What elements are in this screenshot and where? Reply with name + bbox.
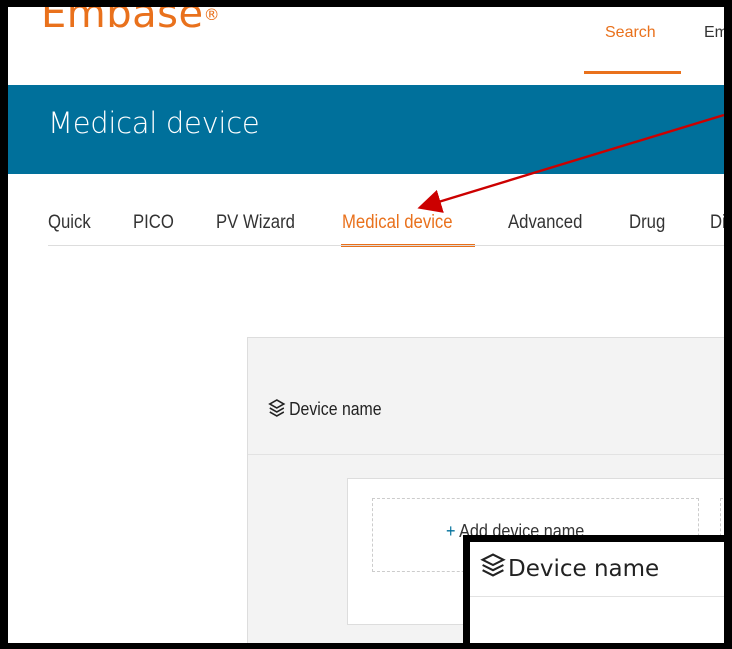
panel-heading: Device name <box>268 398 382 423</box>
panel-divider <box>248 454 724 455</box>
embase-logo[interactable]: Embase® <box>41 7 220 37</box>
plus-icon: + <box>446 521 456 541</box>
tab-pv-wizard[interactable]: PV Wizard <box>216 212 295 234</box>
tab-pico[interactable]: PICO <box>133 212 174 234</box>
tab-advanced[interactable]: Advanced <box>508 212 582 234</box>
tabs-divider <box>48 245 724 246</box>
nav-search-link[interactable]: Search <box>605 24 656 42</box>
tab-quick[interactable]: Quick <box>48 212 91 234</box>
page-title: Medical device <box>48 106 260 140</box>
logo-text: Embase <box>41 7 204 37</box>
nav-emtree-link[interactable]: Em <box>704 24 724 42</box>
inset-heading: Device name <box>508 556 660 582</box>
logo-registered-mark: ® <box>203 7 221 24</box>
screenshot-frame: Embase® Search Em Medical device Quick P… <box>8 7 724 643</box>
search-type-tabs: Quick PICO PV Wizard Medical device Adva… <box>8 212 724 248</box>
top-header: Embase® Search Em <box>8 7 724 85</box>
page-banner: Medical device <box>8 85 724 174</box>
tab-disease[interactable]: Di <box>710 212 724 234</box>
panel-heading-text: Device name <box>289 399 382 419</box>
layers-icon <box>480 552 506 583</box>
layers-icon <box>268 398 286 423</box>
zoom-inset: Device name <box>463 535 724 643</box>
nav-active-indicator <box>584 71 681 74</box>
tab-drug[interactable]: Drug <box>629 212 665 234</box>
tab-medical-device[interactable]: Medical device <box>342 212 453 234</box>
inset-divider <box>470 596 724 597</box>
